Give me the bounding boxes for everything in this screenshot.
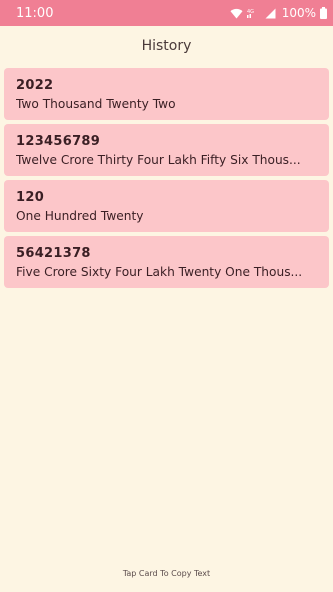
history-card[interactable]: 123456789 Twelve Crore Thirty Four Lakh … — [4, 124, 329, 176]
status-bar: 11:00 4G 100% — [0, 0, 333, 26]
history-card[interactable]: 120 One Hundred Twenty — [4, 180, 329, 232]
history-card[interactable]: 2022 Two Thousand Twenty Two — [4, 68, 329, 120]
history-card-words: Five Crore Sixty Four Lakh Twenty One Th… — [16, 265, 303, 279]
history-card-words: Twelve Crore Thirty Four Lakh Fifty Six … — [16, 153, 301, 167]
status-icons: 4G 100% — [230, 6, 327, 20]
signal-icon — [265, 8, 276, 19]
battery-percentage: 100% — [281, 6, 316, 20]
footer-hint: Tap Card To Copy Text — [122, 569, 211, 578]
battery-icon — [320, 7, 327, 19]
history-card-number: 56421378 — [16, 246, 91, 261]
history-card[interactable]: 56421378 Five Crore Sixty Four Lakh Twen… — [4, 236, 329, 288]
wifi-icon — [230, 8, 243, 19]
history-card-number: 120 — [16, 190, 45, 205]
history-card-number: 123456789 — [16, 134, 101, 149]
page-title: History — [141, 38, 192, 54]
history-card-number: 2022 — [16, 78, 54, 93]
history-card-words: Two Thousand Twenty Two — [16, 97, 176, 111]
status-time: 11:00 — [16, 5, 54, 21]
history-card-words: One Hundred Twenty — [16, 209, 144, 223]
network-icon: 4G — [246, 8, 261, 19]
history-list: 2022 Two Thousand Twenty Two 123456789 T… — [4, 68, 329, 292]
